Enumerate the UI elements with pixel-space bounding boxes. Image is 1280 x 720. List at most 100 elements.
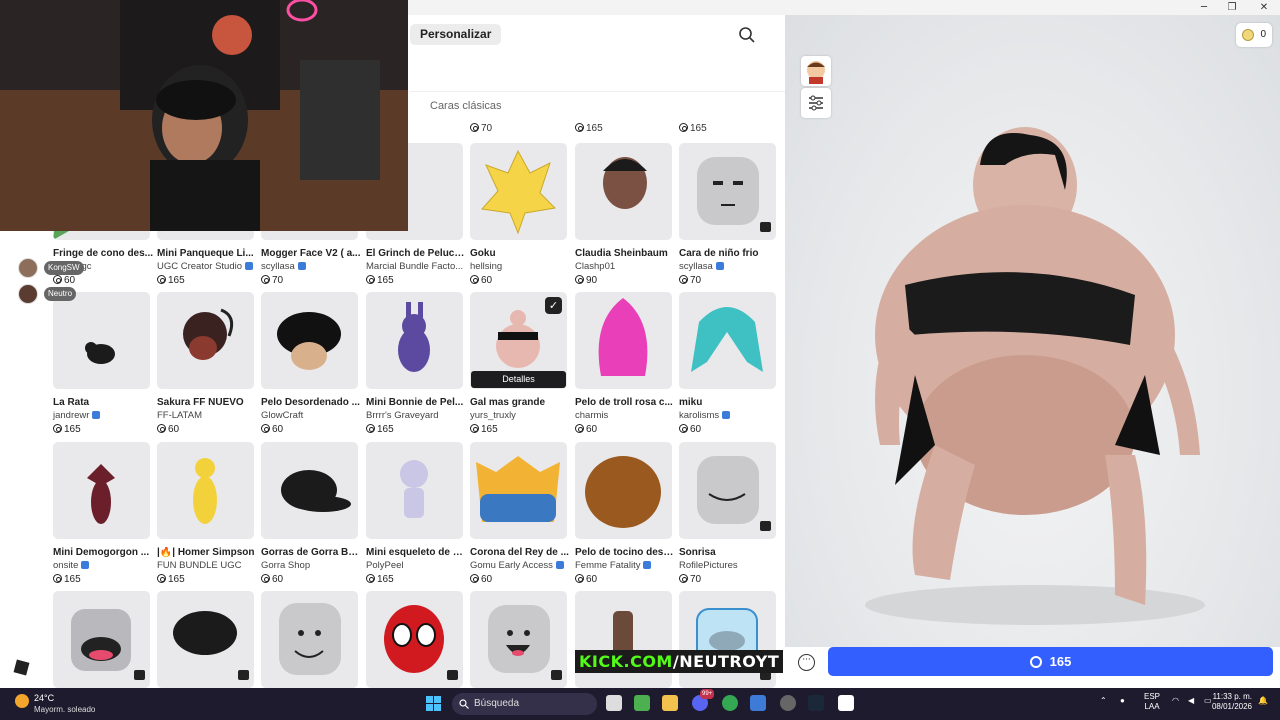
item-creator[interactable]: Gorra Shop [261,560,358,571]
volume-icon[interactable]: ◀ [1188,696,1194,706]
item-creator[interactable]: scyllasa [679,261,776,272]
item-creator[interactable]: jandrewr [53,410,150,421]
details-button[interactable]: Detalles [471,371,566,388]
item-creator[interactable]: UGC Creator Studio [157,261,254,272]
item-name[interactable]: Pelo de tocino deso... [575,547,675,558]
item-creator[interactable]: FUN BUNDLE UGC [157,560,254,571]
chrome-icon[interactable] [722,695,738,711]
item-name[interactable]: Cara de niño frio [679,248,779,259]
steam-icon[interactable] [808,695,824,711]
item-creator[interactable]: Femme Fatality [575,560,672,571]
item-name[interactable]: Corona del Rey de ... [470,547,570,558]
minecraft-icon[interactable] [634,695,650,711]
item-creator[interactable]: Clashp01 [575,261,672,272]
item-card[interactable]: Sakura FF NUEVO FF-LATAM 60 [157,292,254,435]
item-card[interactable] [53,591,150,688]
item-thumbnail [575,292,672,389]
close-icon[interactable]: ✕ [1249,0,1279,15]
language-indicator[interactable]: ESP LAA [1144,692,1160,712]
maximize-icon[interactable]: ❐ [1217,0,1247,15]
app-icon[interactable] [750,695,766,711]
item-creator[interactable]: onsite [53,560,150,571]
item-card[interactable]: miku karolisms 60 [679,292,776,435]
item-name[interactable]: |🔥| Homer Simpson [157,547,257,558]
roblox-taskbar-icon[interactable] [838,695,854,711]
avatar-thumbnail-button[interactable] [801,56,831,86]
friend-item[interactable]: Neutro [18,284,108,304]
item-card[interactable]: Mini esqueleto de s... PolyPeel 165 [366,442,466,585]
subnav-caras-clasicas[interactable]: Caras clásicas [430,100,502,112]
item-creator[interactable]: FF-LATAM [157,410,254,421]
item-creator[interactable]: GlowCraft [261,410,358,421]
item-creator[interactable]: Marcial Bundle Facto... [366,261,463,272]
item-creator[interactable]: charmis [575,410,672,421]
item-card[interactable]: Sonrisa RofilePictures 70 [679,442,776,585]
item-name[interactable]: Sakura FF NUEVO [157,397,257,408]
item-card[interactable] [157,591,254,688]
windows-start-icon[interactable] [426,696,441,711]
robux-balance[interactable]: 0 [1236,23,1272,47]
item-name[interactable]: Sonrisa [679,547,779,558]
check-icon[interactable]: ✓ [545,297,562,314]
item-card[interactable] [366,591,463,688]
item-card[interactable] [261,591,358,688]
item-card[interactable] [575,591,672,688]
item-card[interactable]: Pelo de troll rosa c... charmis 60 [575,292,675,435]
friend-item[interactable]: KongSW [18,258,108,278]
microphone-icon[interactable]: ● [1120,696,1125,706]
item-card[interactable]: Claudia Sheinbaum Clashp01 90 [575,143,672,286]
search-icon[interactable] [738,26,756,44]
item-name[interactable]: La Rata [53,397,153,408]
clock[interactable]: 11:33 p. m. 08/01/2026 [1206,692,1252,712]
item-card[interactable]: Goku hellsing 60 [470,143,567,286]
bell-icon[interactable]: 🔔 [1258,696,1268,706]
subnav-bar [410,52,785,92]
item-card[interactable]: Gorras de Gorra Ba... Gorra Shop 60 [261,442,361,585]
tab-personalizar[interactable]: Personalizar [410,24,502,45]
item-name[interactable]: miku [679,397,779,408]
buy-button[interactable]: 165 [828,647,1273,676]
item-creator[interactable]: Gomu Early Access [470,560,567,571]
item-name[interactable]: Mini Demogorgon ... [53,547,153,558]
item-card[interactable]: Corona del Rey de ... Gomu Early Access 60 [470,442,570,585]
item-creator[interactable]: Brrrr's Graveyard [366,410,463,421]
item-card[interactable]: ✓ Detalles Gal mas grande yurs_truxly 165 [470,292,567,435]
item-creator[interactable]: RofilePictures [679,560,776,571]
item-name[interactable]: Goku [470,248,570,259]
tray-expand-icon[interactable]: ⌃ [1100,696,1107,706]
item-card[interactable]: La Rata jandrewr 165 [53,292,150,435]
item-creator[interactable]: PolyPeel [366,560,463,571]
file-explorer-icon[interactable] [662,695,678,711]
wifi-icon[interactable]: ◠ [1172,696,1179,706]
weather-sun-icon[interactable] [15,694,29,708]
item-creator[interactable]: karolisms [679,410,776,421]
item-creator[interactable]: hellsing [470,261,567,272]
item-card[interactable]: Pelo de tocino deso... Femme Fatality 60 [575,442,675,585]
item-name[interactable]: Pelo Desordenado ... [261,397,361,408]
filter-button[interactable] [801,88,831,118]
item-card[interactable]: Pelo Desordenado ... GlowCraft 60 [261,292,361,435]
item-creator[interactable]: scyllasa [261,261,358,272]
item-name[interactable]: Mogger Face V2 ( a... [261,248,361,259]
task-view-icon[interactable] [606,695,622,711]
item-name[interactable]: Gorras de Gorra Ba... [261,547,361,558]
item-card[interactable]: Cara de niño frio scyllasa 70 [679,143,776,286]
item-name[interactable]: Mini Panqueque Li... [157,248,257,259]
item-card[interactable]: Mini Demogorgon ... onsite 165 [53,442,150,585]
item-card[interactable] [470,591,567,688]
app-icon[interactable] [780,695,796,711]
item-card[interactable]: |🔥| Homer Simpson FUN BUNDLE UGC 165 [157,442,257,585]
item-card[interactable] [679,591,776,688]
minimize-icon[interactable]: ─ [1189,0,1219,15]
item-name[interactable]: Pelo de troll rosa c... [575,397,675,408]
item-creator[interactable]: yurs_truxly [470,410,567,421]
item-name[interactable]: El Grinch de Peluch... [366,248,466,259]
taskbar-search-input[interactable]: Búsqueda [452,693,597,715]
item-name[interactable]: Mini Bonnie de Pel... [366,397,466,408]
avatar-preview[interactable] [785,15,1280,647]
more-icon[interactable]: ··· [798,654,815,671]
item-name[interactable]: Gal mas grande [470,397,570,408]
item-card[interactable]: Mini Bonnie de Pel... Brrrr's Graveyard 16… [366,292,463,435]
item-name[interactable]: Mini esqueleto de s... [366,547,466,558]
item-name[interactable]: Claudia Sheinbaum [575,248,675,259]
